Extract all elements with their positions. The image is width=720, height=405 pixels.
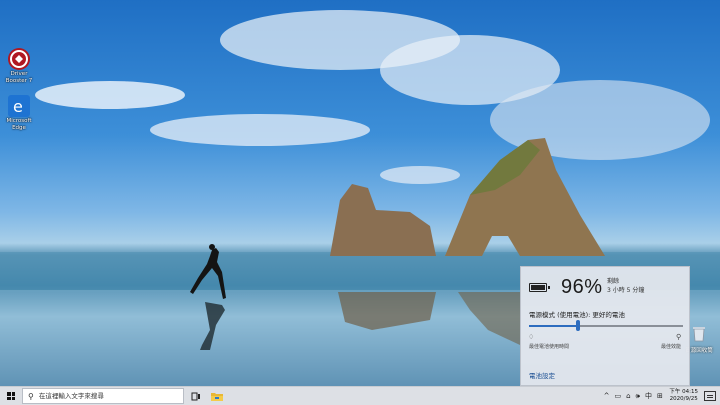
show-hidden-icons-button[interactable]: ^	[604, 392, 610, 400]
windows-logo-icon	[7, 392, 15, 400]
battery-saver-icon: ♢	[528, 333, 535, 341]
action-center-icon[interactable]	[704, 391, 716, 401]
edge-icon: e	[8, 95, 30, 117]
slider-max-label: 最佳效能	[660, 344, 681, 350]
file-explorer-button[interactable]	[208, 388, 226, 404]
clock-time: 下午 04:15	[669, 389, 698, 395]
battery-status-row: 96%	[529, 276, 603, 299]
search-box[interactable]: ⚲	[22, 388, 184, 404]
remaining-label: 剩餘	[607, 278, 620, 285]
battery-flyout: 96% 剩餘 3 小時 5 分鐘 電源模式 (使用電池): 更好的電池 ♢ ⚲ …	[520, 266, 690, 386]
battery-settings-link[interactable]: 電池設定	[529, 370, 555, 380]
clock[interactable]: 下午 04:15 2020/9/25	[669, 389, 698, 403]
clock-date: 2020/9/25	[669, 396, 698, 402]
task-view-icon	[191, 392, 200, 400]
desktop-icon-label: Driver Booster 7	[5, 71, 33, 84]
ime-mode-icon[interactable]: ⊞	[657, 392, 663, 400]
slider-thumb[interactable]	[576, 320, 581, 331]
recycle-bin-icon	[693, 327, 705, 342]
battery-remaining: 剩餘 3 小時 5 分鐘	[607, 277, 644, 295]
network-icon[interactable]: ⌂	[626, 392, 630, 400]
power-mode-slider[interactable]	[529, 320, 683, 331]
desktop-icon-label: Microsoft Edge	[6, 118, 32, 131]
search-input[interactable]	[38, 392, 169, 400]
taskbar: ⚲ ^ ▭ ⌂ 🕪 中 ⊞ 下午 04:15 2020/9/25	[0, 386, 720, 405]
driver-booster-icon	[8, 48, 30, 70]
battery-icon	[529, 283, 550, 292]
power-mode-label: 電源模式 (使用電池): 更好的電池	[529, 311, 625, 319]
task-view-button[interactable]	[187, 388, 205, 404]
desktop-icon-driver-booster[interactable]: Driver Booster 7	[4, 48, 34, 85]
remaining-time: 3 小時 5 分鐘	[607, 287, 645, 294]
input-method-indicator[interactable]: 中	[645, 391, 652, 401]
battery-tray-icon[interactable]: ▭	[615, 392, 622, 400]
svg-text:e: e	[13, 97, 23, 116]
desktop: Driver Booster 7 e Microsoft Edge 資源回收筒 …	[0, 0, 720, 386]
performance-icon: ⚲	[676, 333, 682, 341]
volume-icon[interactable]: 🕪	[636, 392, 640, 401]
system-tray: ^ ▭ ⌂ 🕪 中 ⊞ 下午 04:15 2020/9/25	[601, 387, 720, 405]
battery-percent: 96%	[561, 276, 603, 298]
desktop-icon-edge[interactable]: e Microsoft Edge	[4, 95, 34, 132]
slider-fill	[529, 325, 579, 327]
folder-icon	[211, 393, 223, 401]
slider-min-label: 最佳電池使用時間	[529, 344, 570, 350]
start-button[interactable]	[0, 387, 22, 405]
search-icon: ⚲	[28, 391, 34, 401]
